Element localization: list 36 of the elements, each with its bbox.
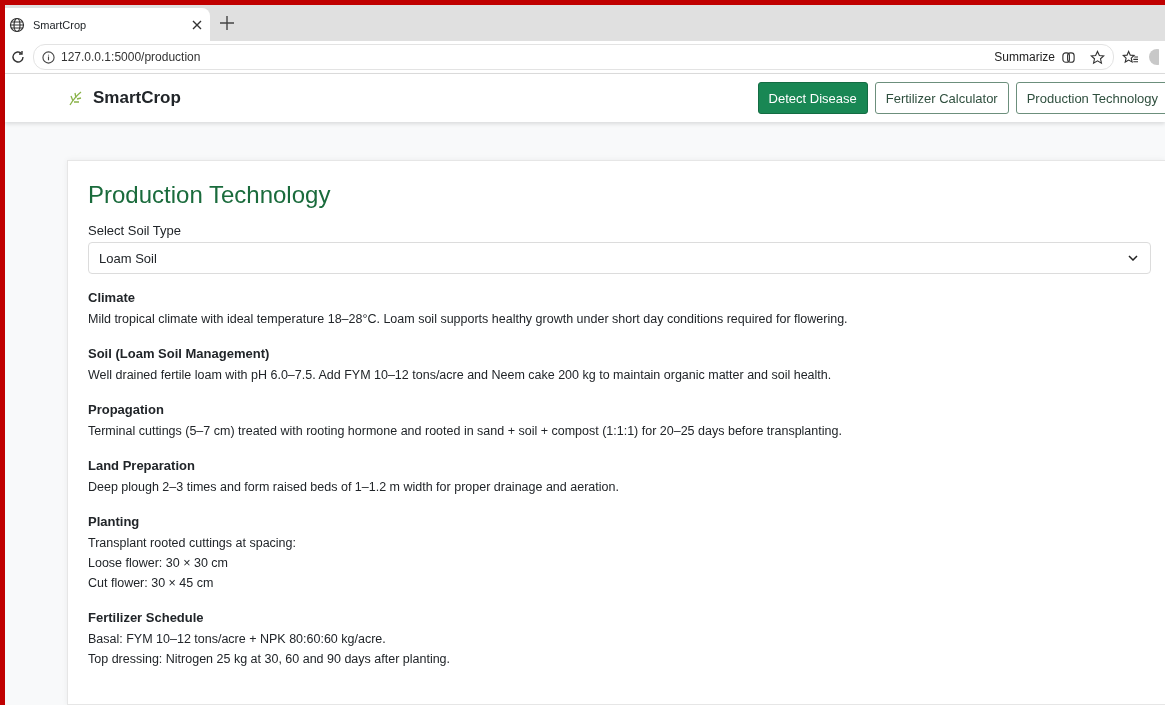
section-text: Basal: FYM 10–12 tons/acre + NPK 80:60:60 kg/acre. bbox=[88, 631, 387, 648]
tab-title: SmartCrop bbox=[33, 18, 88, 31]
section-text: Top dressing: Nitrogen 25 kg at 30, 60 and 90 days after planting. bbox=[88, 651, 452, 668]
close-icon[interactable] bbox=[192, 19, 202, 30]
nav-button[interactable]: Production Technology bbox=[1015, 82, 1165, 114]
page-title: Production Technology bbox=[88, 181, 332, 209]
section-text: Mild tropical climate with ideal temperature 18–28°C. Loam soil supports healthy growth under short day conditions required for flowering. bbox=[88, 311, 849, 328]
nav-button[interactable]: Fertilizer Calculator bbox=[874, 82, 1009, 114]
section-heading: Planting bbox=[88, 514, 141, 529]
section-text: Well drained fertile loam with pH 6.0–7.5. Add FYM 10–12 tons/acre and Neem cake 200 kg to maintain organic matter and soil health. bbox=[88, 367, 833, 384]
section-heading: Fertilizer Schedule bbox=[88, 610, 205, 625]
section-text: Deep plough 2–3 times and form raised beds of 1–1.2 m width for proper drainage and aeration. bbox=[88, 479, 620, 496]
chevron-icon bbox=[1128, 255, 1138, 261]
new-tab-icon[interactable] bbox=[220, 16, 234, 30]
copilot-icon[interactable] bbox=[1061, 49, 1076, 65]
globe-icon bbox=[9, 16, 25, 33]
section-heading: Land Preparation bbox=[88, 458, 196, 473]
browser-tab[interactable]: SmartCrop bbox=[5, 8, 210, 41]
section-text: Loose flower: 30 × 30 cm bbox=[88, 555, 229, 572]
info-icon bbox=[42, 50, 55, 64]
soil-type-select[interactable]: Loam Soil bbox=[88, 242, 1151, 274]
star-icon[interactable] bbox=[1090, 49, 1105, 65]
nav-button[interactable]: Detect Disease bbox=[757, 82, 868, 114]
section-text: Transplant rooted cuttings at spacing: bbox=[88, 535, 297, 552]
section-text: Terminal cuttings (5–7 cm) treated with rooting hormone and rooted in sand + soil + compost (1:1:1) for 20–25 days before transplanting. bbox=[88, 423, 843, 440]
section-heading: Soil (Loam Soil Management) bbox=[88, 346, 271, 361]
summarize-button[interactable]: Summarize bbox=[994, 50, 1055, 64]
reload-icon[interactable] bbox=[11, 50, 25, 64]
section-heading: Climate bbox=[88, 290, 136, 305]
field-label: Select Soil Type bbox=[88, 223, 182, 238]
favorites-icon[interactable] bbox=[1122, 49, 1139, 65]
address-bar[interactable]: 127.0.0.1:5000/production Summarize bbox=[33, 44, 1114, 70]
section-heading: Propagation bbox=[88, 402, 165, 417]
section-text: Cut flower: 30 × 45 cm bbox=[88, 575, 215, 592]
plant-icon bbox=[67, 90, 83, 106]
brand-name[interactable]: SmartCrop bbox=[93, 88, 181, 108]
